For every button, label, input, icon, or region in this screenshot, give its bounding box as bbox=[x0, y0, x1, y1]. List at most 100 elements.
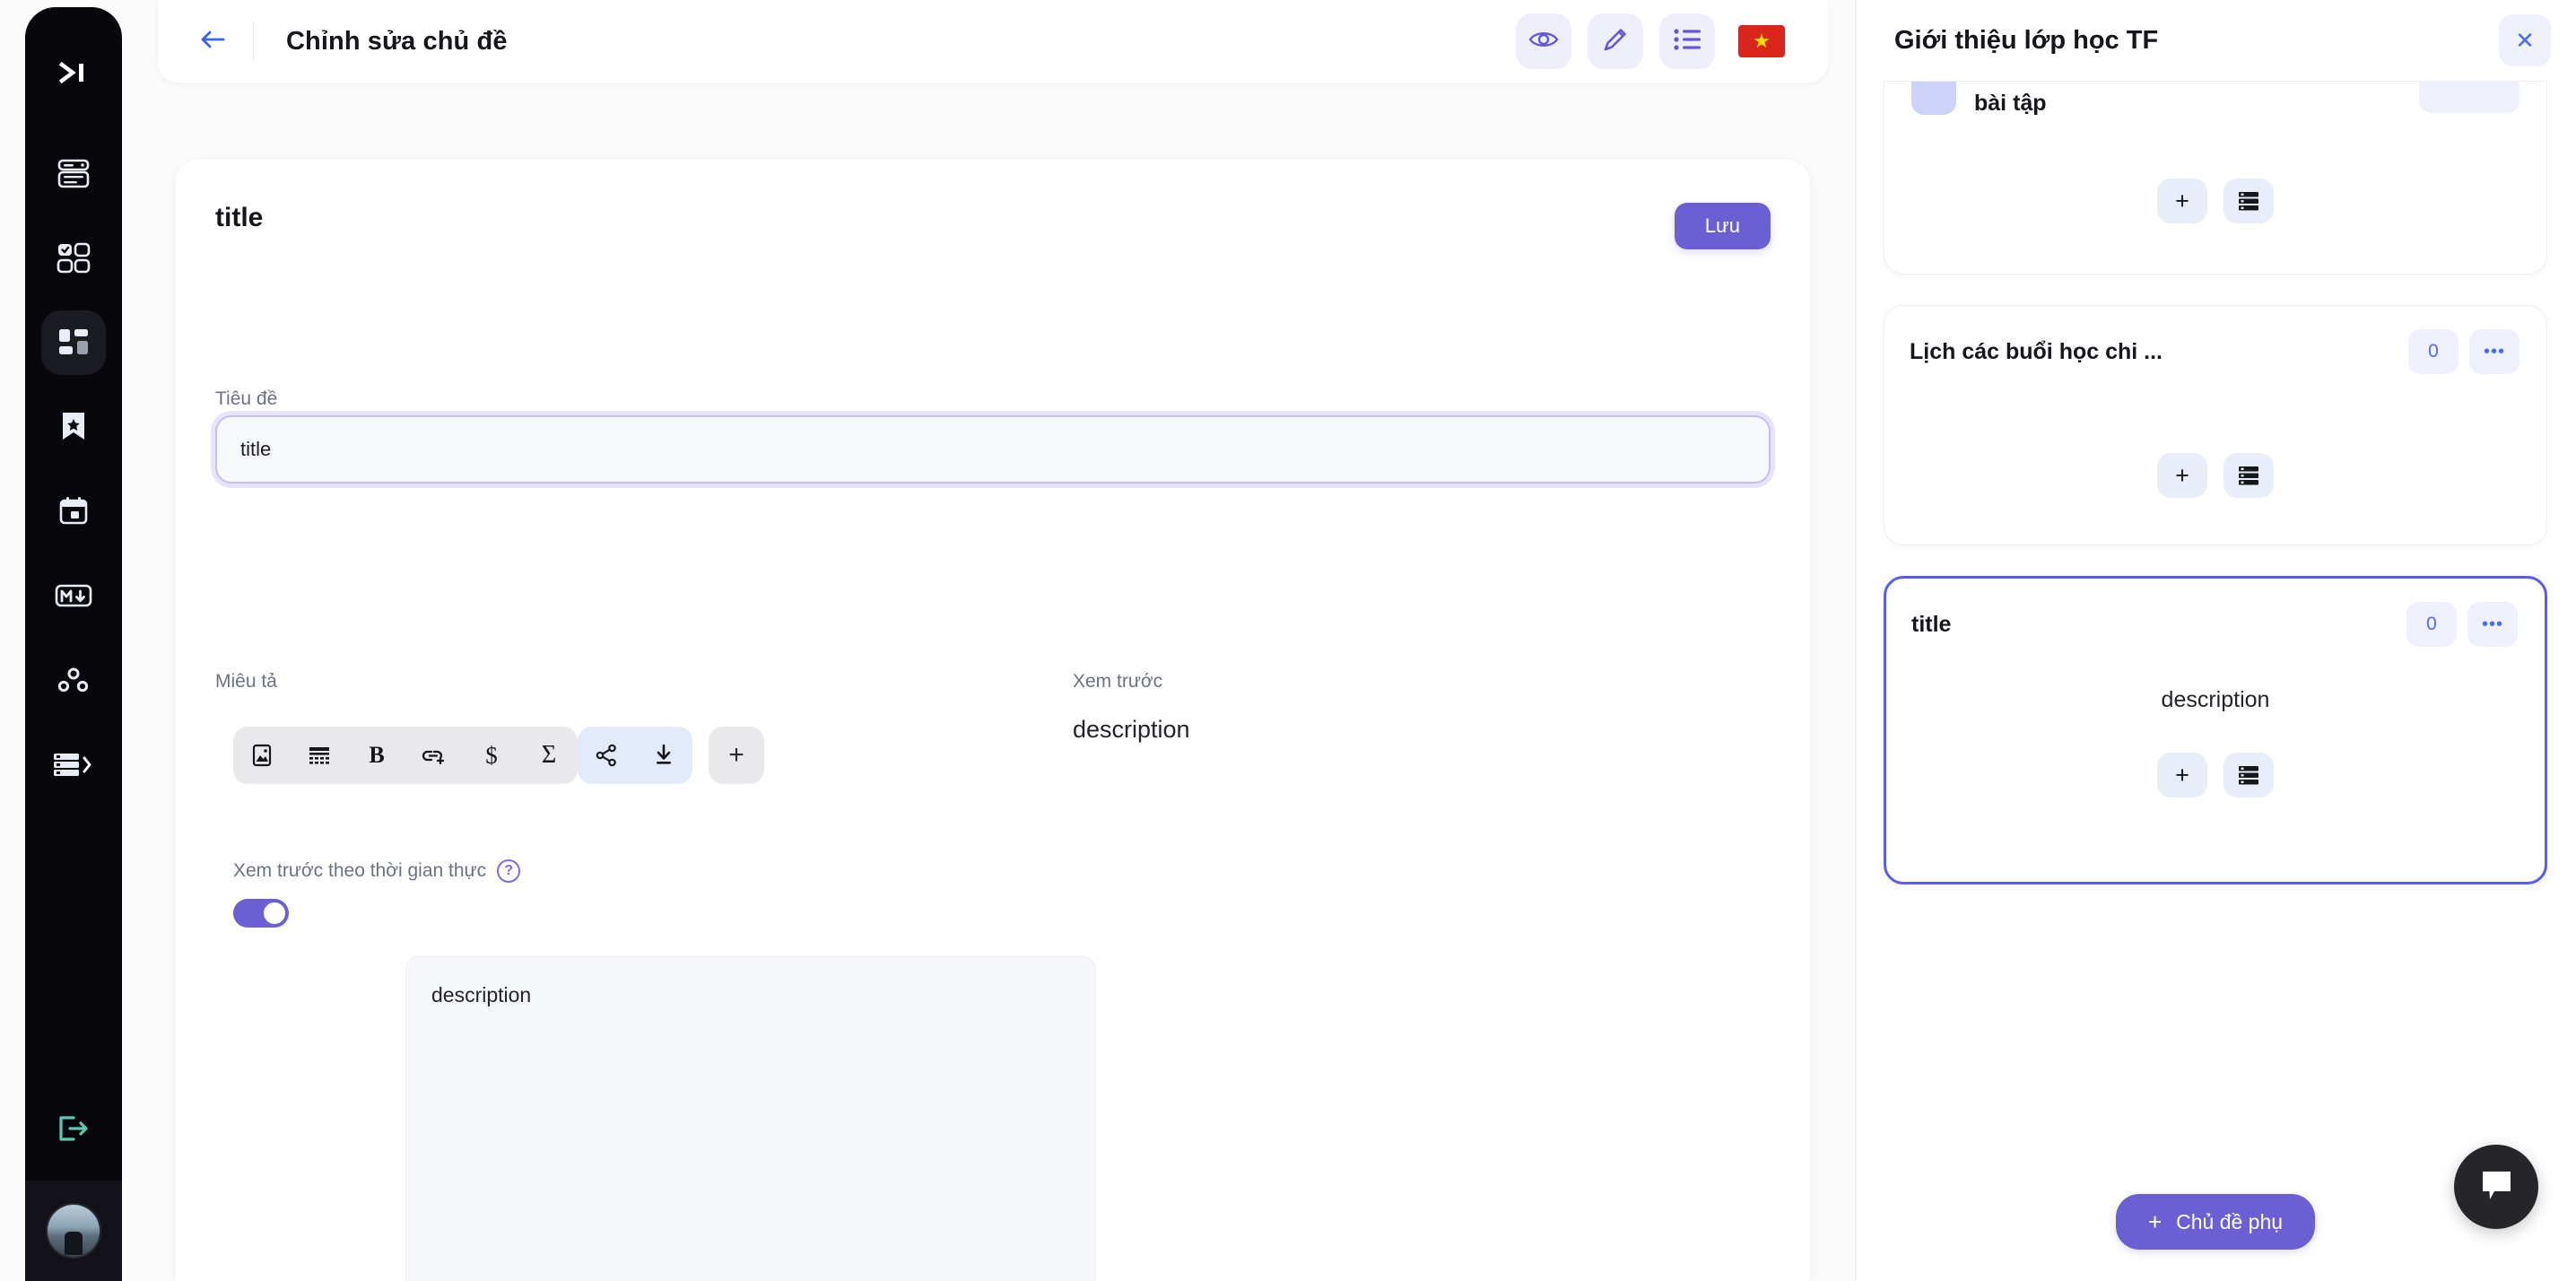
realtime-preview-row: Xem trước theo thời gian thực ? bbox=[233, 859, 521, 883]
title-input[interactable] bbox=[215, 415, 1771, 484]
more-options-button[interactable]: ••• bbox=[2467, 602, 2518, 647]
bookmark-star-icon bbox=[57, 410, 90, 444]
sidebar-item-dashboard[interactable] bbox=[41, 310, 106, 375]
dashboard-grid-icon bbox=[57, 327, 91, 359]
add-item-button[interactable]: + bbox=[2157, 753, 2207, 797]
sidebar-item-bookmark[interactable] bbox=[41, 395, 106, 459]
avatar[interactable] bbox=[48, 1205, 100, 1257]
right-panel-body: bài tập + Lịch các buổi học chi ... 0 ••… bbox=[1855, 81, 2576, 1163]
topic-card-header: Lịch các buổi học chi ... 0 ••• bbox=[1884, 306, 2546, 374]
list-view-icon bbox=[1673, 28, 1701, 56]
topic-card-footer: + bbox=[1884, 453, 2546, 523]
right-panel-header: Giới thiệu lớp học TF ✕ bbox=[1855, 0, 2576, 81]
bold-icon[interactable]: B bbox=[348, 727, 405, 784]
list-rows-icon[interactable] bbox=[2224, 179, 2274, 223]
logout-icon bbox=[56, 1114, 91, 1147]
topbar-actions: ★ bbox=[1516, 13, 1785, 69]
sum-formula-icon[interactable]: Σ bbox=[520, 727, 578, 784]
preview-button[interactable] bbox=[1516, 13, 1571, 69]
sidebar-item-checklist[interactable] bbox=[41, 226, 106, 291]
description-textarea[interactable]: description bbox=[405, 956, 1096, 1281]
topbar: Chỉnh sửa chủ đề ★ bbox=[158, 0, 1828, 83]
calendar-icon bbox=[57, 495, 90, 527]
plus-icon: + bbox=[2147, 1208, 2163, 1235]
more-options-button[interactable]: ••• bbox=[2469, 329, 2519, 374]
left-sidebar bbox=[25, 7, 122, 1281]
title-input-wrapper bbox=[215, 415, 1771, 484]
realtime-preview-toggle[interactable] bbox=[233, 899, 289, 928]
topic-card-actions: 0 ••• bbox=[2408, 329, 2519, 374]
right-panel: Giới thiệu lớp học TF ✕ bài tập + Lịch c… bbox=[1855, 0, 2576, 1281]
editor-card: title Lưu Tiêu đề Miêu tả Xem trước desc… bbox=[176, 160, 1810, 1281]
avatar-container[interactable] bbox=[25, 1181, 122, 1281]
edit-button[interactable] bbox=[1588, 13, 1643, 69]
realtime-preview-label: Xem trước theo thời gian thực bbox=[233, 860, 487, 881]
add-subtopic-button[interactable]: + Chủ đề phụ bbox=[2115, 1194, 2316, 1250]
add-toolbar-item-button[interactable]: + bbox=[709, 727, 764, 784]
sidebar-item-list-expand[interactable] bbox=[41, 732, 106, 797]
share-nodes-icon bbox=[57, 667, 90, 693]
sidebar-item-logout[interactable] bbox=[41, 1103, 106, 1157]
checklist-grid-icon bbox=[56, 241, 91, 275]
topic-card-footer: + bbox=[1886, 753, 2545, 823]
collapse-panel-icon[interactable] bbox=[47, 50, 100, 95]
save-button[interactable]: Lưu bbox=[1674, 203, 1771, 249]
add-item-button[interactable]: + bbox=[2157, 453, 2207, 498]
add-item-button[interactable]: + bbox=[2157, 179, 2207, 223]
vietnam-flag[interactable]: ★ bbox=[1738, 25, 1785, 57]
list-view-button[interactable] bbox=[1659, 13, 1715, 69]
right-panel-title: Giới thiệu lớp học TF bbox=[1894, 25, 2159, 55]
markdown-icon bbox=[55, 582, 92, 609]
toggle-knob bbox=[264, 902, 285, 924]
sidebar-item-calendar[interactable] bbox=[41, 479, 106, 544]
clipped-card-actions[interactable] bbox=[2419, 82, 2519, 113]
app-root: Chỉnh sửa chủ đề ★ title Lưu Tiêu đề tit… bbox=[0, 0, 2576, 1281]
markdown-toolbar-group-1: B $ Σ bbox=[233, 727, 578, 784]
clipped-card-header: bài tập bbox=[1884, 82, 2546, 125]
clipped-card-footer: + bbox=[1884, 125, 2546, 248]
back-button[interactable] bbox=[192, 21, 233, 62]
list-rows-icon[interactable] bbox=[2224, 453, 2274, 498]
list-expand-icon bbox=[52, 749, 95, 780]
topic-card-body: description bbox=[2161, 686, 2270, 712]
flag-star: ★ bbox=[1753, 30, 1771, 52]
list-rows-icon[interactable] bbox=[2224, 753, 2274, 797]
status-badge[interactable]: 0 bbox=[2406, 602, 2457, 647]
insert-table-icon[interactable] bbox=[291, 727, 348, 784]
topic-card[interactable]: Lịch các buổi học chi ... 0 ••• + bbox=[1884, 305, 2547, 545]
topic-card-selected[interactable]: title 0 ••• description + bbox=[1884, 576, 2547, 884]
clipped-card-badge bbox=[1911, 82, 1956, 115]
topic-card-body bbox=[1884, 374, 2546, 453]
sidebar-nav bbox=[41, 142, 106, 797]
clipped-card-title: bài tập bbox=[1974, 90, 2047, 116]
title-field-label: Tiêu đề bbox=[215, 388, 278, 409]
topic-card-title: title bbox=[1911, 611, 1952, 637]
topic-card-clipped[interactable]: bài tập + bbox=[1884, 81, 2547, 274]
chat-widget-button[interactable] bbox=[2454, 1145, 2538, 1229]
preview-eye-icon bbox=[1528, 28, 1559, 56]
editor-card-header: title Lưu bbox=[215, 203, 1771, 249]
markdown-toolbar: B $ Σ + bbox=[233, 727, 764, 784]
close-icon[interactable]: ✕ bbox=[2499, 14, 2551, 66]
inline-math-icon[interactable]: $ bbox=[463, 727, 520, 784]
markdown-toolbar-group-2 bbox=[578, 727, 692, 784]
insert-link-icon[interactable] bbox=[405, 727, 463, 784]
sidebar-item-share-nodes[interactable] bbox=[41, 648, 106, 712]
edit-pencil-icon bbox=[1602, 26, 1629, 57]
download-icon[interactable] bbox=[635, 727, 692, 784]
sidebar-item-markdown[interactable] bbox=[41, 563, 106, 628]
sidebar-item-cards[interactable] bbox=[41, 142, 106, 206]
preview-rendered-text: description bbox=[1073, 716, 1190, 743]
topic-card-actions: 0 ••• bbox=[2406, 602, 2518, 647]
add-subtopic-label: Chủ đề phụ bbox=[2176, 1209, 2284, 1233]
insert-image-icon[interactable] bbox=[233, 727, 291, 784]
topic-card-title: Lịch các buổi học chi ... bbox=[1910, 338, 2163, 364]
cards-icon bbox=[55, 158, 92, 190]
page-title: Chỉnh sửa chủ đề bbox=[286, 26, 508, 56]
arrow-left-icon bbox=[199, 29, 226, 55]
chat-bubble-icon bbox=[2476, 1166, 2516, 1208]
help-icon[interactable]: ? bbox=[497, 859, 521, 883]
main-column: Chỉnh sửa chủ đề ★ title Lưu Tiêu đề tit… bbox=[158, 0, 1835, 1281]
share-icon[interactable] bbox=[578, 727, 635, 784]
status-badge[interactable]: 0 bbox=[2408, 329, 2459, 374]
